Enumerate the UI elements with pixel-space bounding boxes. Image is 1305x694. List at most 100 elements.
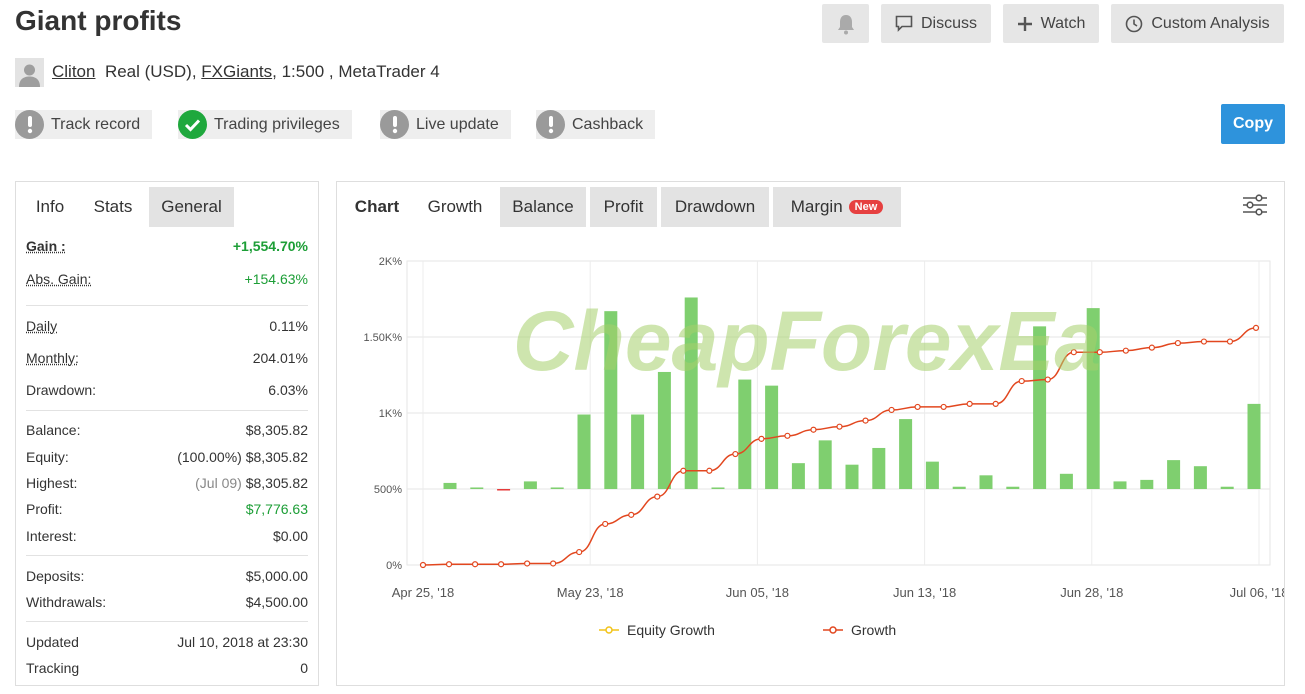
x-tick-label: Jun 05, '18 xyxy=(726,585,789,600)
chart-bar xyxy=(738,379,752,489)
notification-bell-button[interactable] xyxy=(822,4,869,43)
copy-button[interactable]: Copy xyxy=(1221,104,1285,144)
chart-bar xyxy=(899,419,913,489)
growth-point xyxy=(706,467,713,474)
exclamation-icon xyxy=(380,110,409,139)
stat-value: 204.01% xyxy=(252,350,308,366)
discuss-label: Discuss xyxy=(920,14,977,32)
growth-point xyxy=(784,432,791,439)
owner-row: Cliton Real (USD), FXGiants , 1:500 , Me… xyxy=(15,57,440,87)
growth-point xyxy=(602,520,609,528)
growth-point xyxy=(445,561,453,568)
stat-tracking: Tracking 0 xyxy=(26,660,308,676)
legend-equity-growth[interactable]: Equity Growth xyxy=(599,622,715,638)
growth-point xyxy=(628,511,635,518)
legend-label: Growth xyxy=(851,622,897,638)
stat-label: Updated xyxy=(26,634,79,650)
legend-growth[interactable]: Growth xyxy=(823,622,896,638)
chat-icon xyxy=(895,15,913,32)
divider xyxy=(26,621,308,622)
growth-point xyxy=(810,426,817,433)
highest-date: (Jul 09) xyxy=(195,475,242,491)
tab-general[interactable]: General xyxy=(149,187,234,227)
badge-cashback[interactable]: Cashback xyxy=(536,110,656,139)
watch-button[interactable]: Watch xyxy=(1003,4,1099,43)
page-title: Giant profits xyxy=(15,5,182,36)
badge-label: Live update xyxy=(416,115,499,133)
chart-bar xyxy=(1006,486,1020,489)
growth-point xyxy=(654,493,661,500)
growth-point xyxy=(888,406,895,414)
chart-panel: Chart Growth Balance Profit Drawdown Mar… xyxy=(336,181,1285,686)
chart-bar xyxy=(523,481,537,489)
growth-point xyxy=(524,560,531,567)
chart-bar xyxy=(711,487,725,489)
stat-equity: Equity: (100.00%) $8,305.82 xyxy=(26,449,308,465)
stat-drawdown: Drawdown: 6.03% xyxy=(26,382,308,398)
divider xyxy=(26,305,308,306)
badge-label: Trading privileges xyxy=(214,115,340,133)
growth-point xyxy=(758,435,765,442)
growth-point xyxy=(1174,339,1182,347)
chart-bar xyxy=(1113,481,1127,489)
chart-bar xyxy=(550,487,564,489)
stat-label[interactable]: Monthly: xyxy=(26,350,79,366)
stat-label: Tracking xyxy=(26,660,80,676)
stat-monthly: Monthly: 204.01% xyxy=(26,350,308,366)
chart-bar xyxy=(979,475,993,489)
badge-track-record[interactable]: Track record xyxy=(15,110,153,139)
growth-point xyxy=(862,417,869,424)
chart-bar xyxy=(470,487,484,489)
chart-bar xyxy=(845,464,859,489)
badge-label: Track record xyxy=(51,115,141,133)
x-tick-label: Jul 06, '18 xyxy=(1230,585,1284,600)
avatar xyxy=(15,57,44,87)
custom-analysis-button[interactable]: Custom Analysis xyxy=(1111,4,1284,43)
stat-label[interactable]: Gain : xyxy=(26,238,66,254)
growth-point xyxy=(1122,347,1129,354)
chart-bar xyxy=(872,447,886,489)
y-tick-label: 2K% xyxy=(379,256,402,268)
badge-label: Cashback xyxy=(572,115,644,133)
growth-point xyxy=(732,450,739,458)
stat-label: Highest: xyxy=(26,475,78,491)
chart-bar xyxy=(1167,460,1181,489)
watch-label: Watch xyxy=(1040,14,1086,32)
tab-stats[interactable]: Stats xyxy=(80,187,146,227)
stat-value: Jul 10, 2018 at 23:30 xyxy=(177,634,308,650)
plus-icon xyxy=(1017,16,1032,31)
growth-chart: 0% 500% 1K% 1.50K% 2K% Apr 25, '18 May 23, '18… xyxy=(363,256,1284,600)
growth-point xyxy=(419,561,427,569)
stat-interest: Interest: $0.00 xyxy=(26,528,308,544)
stat-deposits: Deposits: $5,000.00 xyxy=(26,568,308,584)
owner-name-link[interactable]: Cliton xyxy=(52,62,95,82)
badge-trading-privileges[interactable]: Trading privileges xyxy=(178,110,352,139)
broker-link[interactable]: FXGiants xyxy=(201,62,272,82)
growth-point xyxy=(992,400,999,407)
growth-point xyxy=(1226,338,1234,345)
chart-bar xyxy=(1059,473,1073,489)
stat-value: $7,776.63 xyxy=(245,501,308,517)
growth-point xyxy=(497,561,505,568)
chart-bar xyxy=(577,414,591,489)
growth-point xyxy=(836,423,843,430)
watermark-text: CheapForexEa xyxy=(513,294,1101,388)
stat-label[interactable]: Abs. Gain: xyxy=(26,271,91,287)
stat-label[interactable]: Daily xyxy=(26,318,57,334)
growth-point xyxy=(680,467,687,474)
stat-label: Deposits: xyxy=(26,568,85,584)
stat-gain: Gain : +1,554.70% xyxy=(26,238,308,254)
stats-panel: Info Stats General Gain : +1,554.70% Abs… xyxy=(15,181,319,686)
badge-live-update[interactable]: Live update xyxy=(380,110,511,139)
discuss-button[interactable]: Discuss xyxy=(881,4,991,43)
chart-bar xyxy=(1140,479,1154,489)
stat-label: Drawdown: xyxy=(26,382,97,398)
stat-value: $8,305.82 xyxy=(245,449,308,465)
custom-analysis-label: Custom Analysis xyxy=(1151,14,1270,32)
equity-percent: (100.00%) xyxy=(177,449,242,465)
growth-point xyxy=(1252,324,1260,331)
chart-bar xyxy=(631,414,645,489)
stat-value: 0 xyxy=(300,660,308,676)
tab-info[interactable]: Info xyxy=(21,187,79,227)
stat-value: $4,500.00 xyxy=(245,594,308,610)
